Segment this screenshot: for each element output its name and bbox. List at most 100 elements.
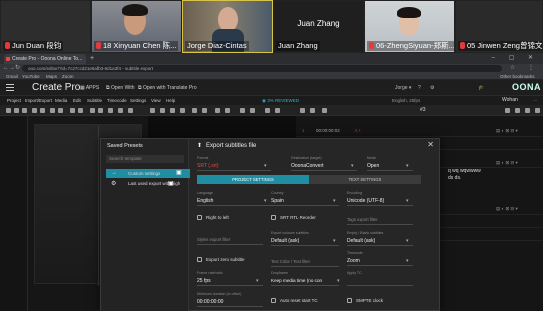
styles-export-filter[interactable]: Styles export filter <box>197 237 230 242</box>
tool-icon[interactable] <box>6 108 11 113</box>
menu-view[interactable]: View <box>151 96 161 105</box>
open-with-button[interactable]: ⧉ Open With <box>106 83 135 93</box>
tool-icon[interactable] <box>40 108 45 113</box>
menu-import-export[interactable]: Import/Export <box>25 96 52 105</box>
help-icon[interactable]: ? <box>418 83 421 93</box>
tool-icon[interactable] <box>22 108 27 113</box>
empty-subs-select[interactable]: Default (ask) <box>347 238 375 244</box>
new-tab-icon[interactable]: + <box>90 54 94 64</box>
bookmark-gmail[interactable]: Gmail <box>6 73 18 80</box>
tool-icon[interactable] <box>322 108 327 113</box>
bookmark-zoom[interactable]: Zoom <box>62 73 74 80</box>
menu-help[interactable]: Help <box>166 96 175 105</box>
preset-last-used[interactable]: ⚙ Last used export with high ▣ <box>106 181 184 187</box>
auto-reset-start-tc-checkbox[interactable] <box>271 298 276 303</box>
min-duration-input[interactable]: 00:00:00:00 <box>197 299 223 305</box>
close-icon[interactable]: ✕ <box>427 140 434 149</box>
settings-gear-icon[interactable]: ⚙ <box>430 83 434 93</box>
chevron-down-icon[interactable]: ▾ <box>264 198 267 204</box>
tool-icon[interactable] <box>78 108 83 113</box>
tool-icon[interactable] <box>310 108 315 113</box>
menu-project[interactable]: Project <box>7 96 21 105</box>
row-actions-icon[interactable]: ▤ ◐ ⊠ ⊟ ▾ <box>496 202 518 215</box>
chevron-down-icon[interactable]: ▾ <box>351 163 354 169</box>
tool-icon[interactable] <box>90 108 95 113</box>
tool-icon[interactable] <box>170 108 175 113</box>
user-menu[interactable]: Jorge ▾ <box>395 83 411 93</box>
tool-icon[interactable] <box>50 108 55 113</box>
tool-icon[interactable] <box>70 108 75 113</box>
star-icon[interactable]: ☆ <box>510 64 515 73</box>
menu-settings[interactable]: Settings <box>130 96 146 105</box>
tool-icon[interactable] <box>275 108 280 113</box>
tool-icon[interactable] <box>505 108 510 113</box>
mode-select[interactable]: Open <box>367 163 379 169</box>
country-select[interactable]: Spain <box>271 198 284 204</box>
tool-icon[interactable] <box>525 108 530 113</box>
language-select[interactable]: English <box>197 198 213 204</box>
text-color-filter[interactable]: Text Color / Text filter <box>271 259 310 264</box>
tool-icon[interactable] <box>108 108 113 113</box>
chevron-down-icon[interactable]: ▾ <box>264 163 267 169</box>
tool-icon[interactable] <box>250 108 255 113</box>
preset-custom-settings[interactable]: → Custom settings ▣ <box>106 169 190 178</box>
tool-icon[interactable] <box>265 108 270 113</box>
tool-icon[interactable] <box>150 108 155 113</box>
tool-icon[interactable] <box>118 108 123 113</box>
tool-icon[interactable] <box>14 108 19 113</box>
tool-icon[interactable] <box>300 108 305 113</box>
window-controls[interactable]: – ▢ ✕ <box>492 53 539 64</box>
tool-icon[interactable] <box>128 108 133 113</box>
graduation-cap-icon[interactable]: 🎓 <box>478 83 484 93</box>
tool-icon[interactable] <box>180 108 185 113</box>
chevron-down-icon[interactable]: ▾ <box>337 278 340 284</box>
chevron-down-icon[interactable]: ▾ <box>406 238 409 244</box>
chevron-down-icon[interactable]: ▾ <box>406 258 409 264</box>
chevron-down-icon[interactable]: ▾ <box>333 198 336 204</box>
menu-timecode[interactable]: Timecode <box>107 96 127 105</box>
format-select[interactable]: SRT (.srt) <box>197 163 218 169</box>
row-actions-icon[interactable]: ▤ ◐ ⊠ ⊟ ▾ <box>496 156 518 169</box>
chevron-down-icon[interactable]: ▾ <box>406 163 409 169</box>
menu-subtitle[interactable]: Subtitle <box>87 96 102 105</box>
open-translate-pro-button[interactable]: ⧉ Open with Translate Pro <box>138 83 197 93</box>
tab-project-settings[interactable]: PROJECT SETTINGS <box>197 175 309 184</box>
zoom-select[interactable]: Zoom <box>347 258 360 264</box>
export-zero-subtitle-checkbox[interactable] <box>197 257 202 262</box>
srt-rtl-reorder-checkbox[interactable] <box>271 215 276 220</box>
destination-select[interactable]: OoonaConvert <box>291 163 324 169</box>
bookmark-maps[interactable]: Maps <box>46 73 57 80</box>
dropframe-select[interactable]: Keep media time (no con <box>271 278 322 283</box>
tool-icon[interactable] <box>32 108 37 113</box>
chevron-down-icon[interactable]: ▾ <box>333 238 336 244</box>
tool-icon[interactable] <box>225 108 230 113</box>
bookmark-other[interactable]: Other bookmarks <box>500 73 535 80</box>
tool-icon[interactable] <box>160 108 165 113</box>
more-icon[interactable]: ⋯ <box>533 96 538 105</box>
right-to-left-checkbox[interactable] <box>197 215 202 220</box>
apps-button[interactable]: ▦ APPS <box>80 83 99 93</box>
menu-edit[interactable]: Edit <box>73 96 81 105</box>
save-icon[interactable]: ▣ <box>176 169 182 178</box>
tool-icon[interactable] <box>58 108 63 113</box>
color-export-select[interactable]: Default (ask) <box>271 238 299 244</box>
browser-tab[interactable]: Create Pro - Ooona Online To... <box>4 54 86 64</box>
tool-icon[interactable] <box>240 108 245 113</box>
bookmark-youtube[interactable]: YouTube <box>22 73 40 80</box>
chevron-down-icon[interactable]: ▾ <box>406 198 409 204</box>
frame-rate-select[interactable]: 25 fps <box>197 278 211 284</box>
reload-icon[interactable]: ↻ <box>15 64 20 73</box>
tool-icon[interactable] <box>98 108 103 113</box>
subtitle-row[interactable]: 1 00:00:00:02 ⚠ ! ▤ ◐ ⊠ ⊟ ▾ <box>296 124 543 137</box>
preset-search-input[interactable]: Search template <box>106 155 184 163</box>
menu-media[interactable]: Media <box>55 96 67 105</box>
encoding-select[interactable]: Unicode (UTF-8) <box>347 198 384 204</box>
chevron-down-icon[interactable]: ▾ <box>256 278 259 284</box>
tool-icon[interactable] <box>515 108 520 113</box>
tags-export-filter[interactable]: Tags export filter <box>347 217 378 222</box>
row-actions-icon[interactable]: ▤ ◐ ⊠ ⊟ ▾ <box>496 124 518 137</box>
address-input[interactable]: ooo.com/editor/?id=7c27ccd21e6afb3-6d1a3… <box>22 65 502 72</box>
save-icon[interactable]: ▣ <box>168 181 174 187</box>
tool-icon[interactable] <box>192 108 197 113</box>
smpte-clock-checkbox[interactable] <box>347 298 352 303</box>
